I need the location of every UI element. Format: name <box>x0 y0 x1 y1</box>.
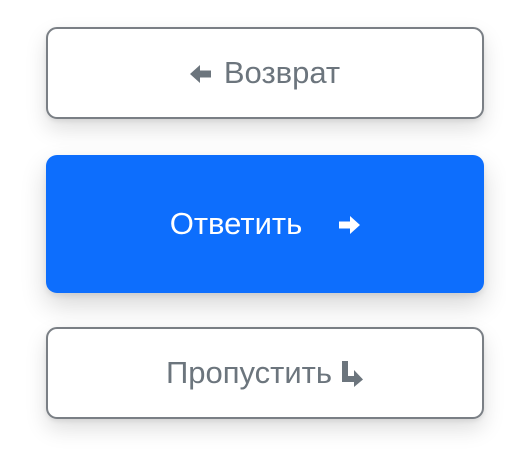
arrow-right-icon <box>338 215 361 235</box>
back-button[interactable]: Возврат <box>46 27 484 119</box>
arrow-return-right-icon <box>340 360 364 388</box>
arrow-left-icon <box>189 64 212 84</box>
back-button-label: Возврат <box>223 55 341 90</box>
answer-controls-panel: Возврат Ответить Пропустить <box>0 0 506 465</box>
skip-button[interactable]: Пропустить <box>46 327 484 419</box>
answer-button-label: Ответить <box>169 206 303 241</box>
answer-button[interactable]: Ответить <box>46 155 484 293</box>
skip-button-label: Пропустить <box>165 355 333 390</box>
